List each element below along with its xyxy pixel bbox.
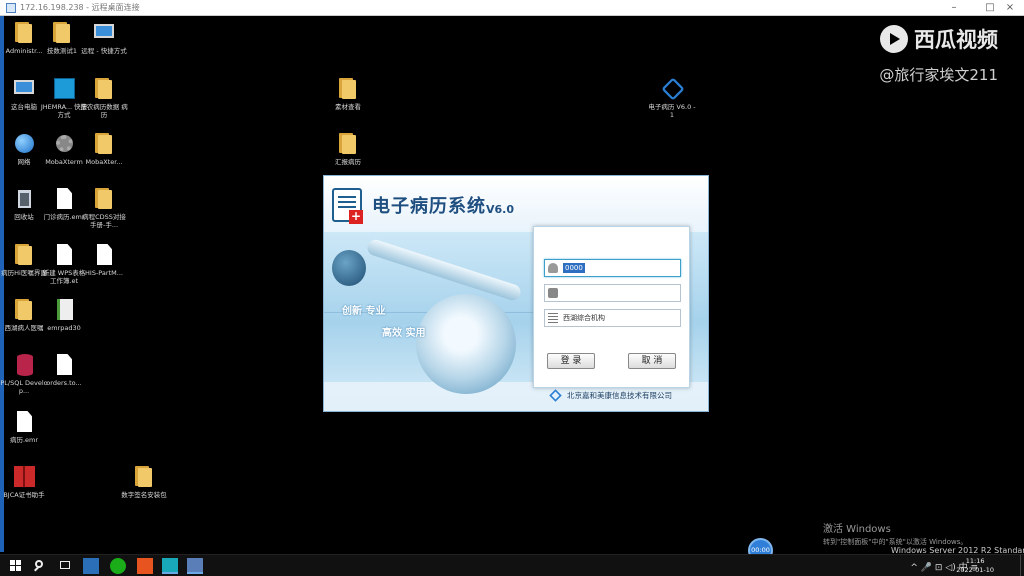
minimize-button[interactable]: – <box>940 1 968 15</box>
task-view-icon[interactable] <box>57 558 73 574</box>
wechat-icon[interactable] <box>110 558 126 574</box>
show-desktop-button[interactable] <box>1020 555 1024 576</box>
remote-desktop-screen: 172.16.198.238 - 远程桌面连接 – □ × Administr.… <box>0 0 1024 576</box>
slogan-innovation: 创新 专业 <box>342 306 386 317</box>
app-teal-icon[interactable] <box>162 558 178 574</box>
lock-icon <box>548 288 558 298</box>
password-field[interactable] <box>544 284 681 302</box>
stethoscope-tube <box>365 237 523 303</box>
gear-icon <box>53 132 75 156</box>
network-icon <box>13 132 35 156</box>
slogan-efficiency: 高效 实用 <box>382 328 426 339</box>
user-folder-icon <box>13 21 35 45</box>
rdp-title: 172.16.198.238 - 远程桌面连接 <box>20 3 140 12</box>
search-icon[interactable] <box>32 558 48 574</box>
desktop-icon-folder[interactable]: 汇报病历 <box>324 132 372 166</box>
login-header: 电子病历系统 V6.0 <box>324 176 708 232</box>
clock-time: 11:16 <box>965 557 985 565</box>
rdp-icon[interactable] <box>187 558 203 574</box>
remote-desktop-icon[interactable] <box>83 558 99 574</box>
emr-login-window: 电子病历系统 V6.0 创新 专业 高效 实用 0000 西湖综合机构 <box>323 175 709 412</box>
cancel-button[interactable]: 取 消 <box>628 353 676 369</box>
desktop-icon-folder[interactable]: 病程CDSS对接手册-手... <box>80 187 128 229</box>
document-icon <box>53 187 75 211</box>
desktop-icon-emrpad[interactable]: emrpad30 <box>40 298 88 332</box>
desktop-icon-file[interactable]: orders.to... <box>40 353 88 387</box>
stethoscope-earpiece <box>332 250 366 286</box>
folder-icon <box>337 77 359 101</box>
stethoscope-chestpiece <box>416 294 516 394</box>
desktop-icon-emr-app[interactable]: 电子病历 V6.0 - 1 <box>648 77 696 119</box>
clock-date: 2022-01-10 <box>956 566 994 574</box>
user-icon <box>548 263 558 273</box>
folder-icon <box>93 77 115 101</box>
login-form: 0000 西湖综合机构 登 录 取 消 <box>533 226 690 388</box>
desktop-icon-file[interactable]: HIS-PartM... <box>80 243 128 277</box>
folder-icon <box>13 298 35 322</box>
taskbar: ^ 🎤 ⊡ ◁) 中 ≡ 11:16 2022-01-10 <box>0 554 1024 576</box>
rdp-icon <box>6 3 16 13</box>
folder-icon <box>13 243 35 267</box>
folder-icon <box>93 132 115 156</box>
watermark-brand: 西瓜视频 <box>914 28 998 52</box>
company-logo-icon <box>549 389 562 402</box>
database-icon <box>13 353 35 377</box>
desktop-icon-file[interactable]: 病历.emr <box>0 410 48 444</box>
start-icon[interactable] <box>8 558 24 574</box>
desktop-icon-folder[interactable]: MobaXter... <box>80 132 128 166</box>
username-value: 0000 <box>563 263 585 273</box>
video-watermark: 西瓜视频 @旅行家埃文211 <box>879 24 998 85</box>
watermark-handle: @旅行家埃文211 <box>879 66 998 84</box>
computer-icon <box>13 77 35 101</box>
username-field[interactable]: 0000 <box>544 259 681 277</box>
organization-select[interactable]: 西湖综合机构 <box>544 309 681 327</box>
close-button[interactable]: × <box>996 1 1024 15</box>
app-orange-icon[interactable] <box>137 558 153 574</box>
company-name: 北京嘉和美康信息技术有限公司 <box>567 391 672 400</box>
recycle-bin-icon <box>13 187 35 211</box>
desktop-icon-remote[interactable]: 远程 - 快捷方式 <box>80 21 128 55</box>
document-icon <box>53 243 75 267</box>
list-icon <box>548 313 558 323</box>
desktop-icon-folder[interactable]: 技数测试1 <box>38 21 86 55</box>
medical-record-icon <box>332 188 363 224</box>
desktop-icon-folder[interactable]: 素材查看 <box>324 77 372 111</box>
desktop-icon-folder[interactable]: 数字签名安装包 <box>120 465 168 499</box>
folder-icon <box>51 21 73 45</box>
desktop-icon-folder[interactable]: 东农病历数据 病历 <box>80 77 128 119</box>
play-logo-icon <box>880 25 908 53</box>
certificate-icon <box>13 465 35 489</box>
folder-icon <box>337 132 359 156</box>
emr-logo-icon <box>661 77 685 101</box>
activation-notice: 激活 Windows 转到"控制面板"中的"系统"以激活 Windows。 <box>823 520 967 547</box>
organization-value: 西湖综合机构 <box>563 314 605 322</box>
remote-desktop-icon <box>93 21 115 45</box>
app-title: 电子病历系统 <box>372 196 486 217</box>
app-icon <box>53 77 75 101</box>
document-icon <box>53 353 75 377</box>
folder-icon <box>133 465 155 489</box>
rdp-title-bar: 172.16.198.238 - 远程桌面连接 – □ × <box>0 0 1024 16</box>
login-button[interactable]: 登 录 <box>547 353 595 369</box>
notepad-icon <box>53 298 75 322</box>
activation-title: 激活 Windows <box>823 524 891 535</box>
folder-icon <box>93 187 115 211</box>
app-version: V6.0 <box>486 203 514 216</box>
desktop-icon-bjca[interactable]: BJCA证书助手 <box>0 465 48 499</box>
config-icon <box>93 243 115 267</box>
document-icon <box>13 410 35 434</box>
clock[interactable]: 11:16 2022-01-10 <box>956 557 994 575</box>
